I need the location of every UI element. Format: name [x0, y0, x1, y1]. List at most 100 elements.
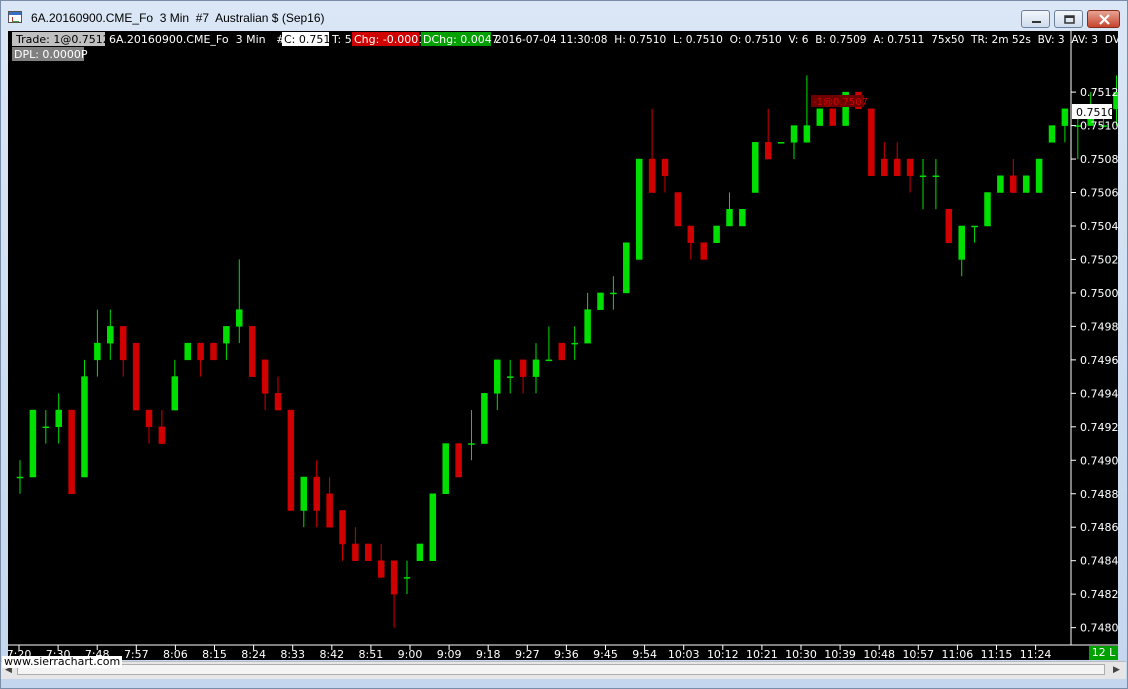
- candle: [132, 342, 140, 411]
- time-tick-label: 9:00: [398, 648, 423, 660]
- candle: [29, 409, 37, 478]
- candle: [1022, 175, 1030, 193]
- ticks-text: T: 5: [331, 33, 352, 46]
- candle: [442, 443, 449, 495]
- time-tick-label: 11:24: [1020, 648, 1052, 660]
- candle: [610, 276, 617, 310]
- candle-body: [313, 476, 320, 511]
- candle-body: [29, 409, 37, 478]
- candle: [571, 326, 578, 360]
- candle-body: [171, 376, 179, 411]
- app-icon[interactable]: [8, 11, 22, 23]
- close-button[interactable]: [1087, 10, 1120, 28]
- candle-body: [829, 108, 836, 126]
- candle: [545, 326, 553, 362]
- candle-body: [752, 142, 759, 193]
- time-tick-label: 11:06: [942, 648, 974, 660]
- candle: [919, 159, 927, 210]
- price-tick-label: 0.7484: [1080, 555, 1118, 568]
- candle: [171, 359, 179, 411]
- time-tick-label: 9:18: [476, 648, 501, 660]
- candle: [881, 142, 888, 177]
- title-bar[interactable]: 6A.20160900.CME_Fo 3 Min #7 Australian $…: [1, 1, 1127, 32]
- candle-body: [906, 158, 914, 177]
- time-tick-label: 10:57: [902, 648, 934, 660]
- candle-body: [1061, 108, 1069, 126]
- candle: [661, 158, 669, 193]
- candle: [764, 108, 772, 160]
- candle: [94, 309, 101, 377]
- candle-body: [326, 493, 333, 528]
- candle-body: [377, 560, 385, 578]
- candle-body: [532, 359, 540, 377]
- candle: [597, 292, 604, 310]
- price-tick-label: 0.7488: [1080, 488, 1118, 501]
- candle: [300, 476, 308, 528]
- candle-body: [468, 443, 475, 445]
- time-tick-label: 7:57: [124, 648, 149, 660]
- price-tick-label: 0.7492: [1080, 421, 1118, 434]
- candle-body: [919, 175, 927, 178]
- candle: [984, 192, 991, 227]
- time-tick-label: 8:42: [319, 648, 344, 660]
- candle: [506, 359, 514, 394]
- minimize-icon: [1032, 21, 1041, 23]
- scrollbar-thumb[interactable]: [17, 664, 1105, 675]
- price-ticks: 0.7512 0.7510 0.7508 0.7506 0.7504 0.7502 0.75…: [1071, 86, 1118, 635]
- candle: [829, 108, 836, 126]
- candle: [119, 326, 127, 377]
- candle-body: [777, 142, 785, 144]
- candle-body: [16, 476, 24, 479]
- candle: [210, 342, 217, 361]
- candle: [68, 409, 75, 494]
- candlestick-chart[interactable]: Trade: 1@0.7512 6A.20160900.CME_Fo 3 Min…: [8, 31, 1118, 660]
- candle: [1061, 108, 1069, 143]
- chart-area[interactable]: Trade: 1@0.7512 6A.20160900.CME_Fo 3 Min…: [8, 31, 1118, 660]
- candle-body: [868, 108, 875, 177]
- dpl-text: DPL: 0.0000P: [14, 48, 88, 61]
- candle-body: [997, 175, 1004, 193]
- time-tick-label: 8:15: [202, 648, 227, 660]
- time-tick-label: 11:15: [981, 648, 1013, 660]
- restore-button[interactable]: [1054, 10, 1083, 28]
- scroll-right-icon[interactable]: ▶: [1113, 665, 1120, 675]
- price-axis: [8, 31, 1118, 646]
- time-tick-label: 8:06: [163, 648, 188, 660]
- time-ticks: 7:20 7:30 7:48 7:57 8:06 8:15 8:24 8:33 8:42 8:51…: [8, 645, 1051, 660]
- candle-body: [1048, 125, 1056, 143]
- horizontal-scrollbar[interactable]: ◀ ▶: [1, 661, 1126, 679]
- time-tick-label: 9:09: [437, 648, 462, 660]
- order-marker-text[interactable]: -1@0.7507: [813, 97, 868, 108]
- candle-body: [274, 393, 282, 411]
- candle: [648, 108, 656, 193]
- candle: [365, 543, 372, 561]
- candle-body: [107, 326, 114, 344]
- candle-body: [339, 510, 346, 545]
- candle-body: [623, 242, 630, 294]
- price-tick-label: 0.7498: [1080, 320, 1118, 333]
- time-tick-label: 9:27: [515, 648, 540, 660]
- symbol-text: 6A.20160900.CME_Fo 3 Min #7: [109, 33, 292, 46]
- candle: [377, 543, 385, 578]
- candle: [81, 359, 88, 478]
- candle-body: [764, 142, 772, 160]
- candle: [494, 359, 501, 411]
- candle-body: [635, 158, 643, 260]
- candle-body: [674, 192, 682, 227]
- chg-text: Chg: -0.0001: [354, 33, 425, 46]
- time-tick-label: 9:54: [632, 648, 657, 660]
- price-tick-label: 0.7510: [1080, 120, 1118, 133]
- candle-body: [223, 326, 230, 344]
- candle-body: [558, 342, 566, 361]
- candle-body: [713, 225, 720, 243]
- candle-body: [816, 108, 824, 126]
- candle-body: [481, 393, 488, 444]
- candle: [726, 192, 733, 227]
- candle-body: [158, 426, 166, 444]
- candle-body: [442, 443, 449, 495]
- time-tick-label: 10:21: [746, 648, 778, 660]
- window-title: 6A.20160900.CME_Fo 3 Min #7 Australian $…: [31, 11, 325, 25]
- candle-body: [429, 493, 437, 561]
- candle: [532, 343, 540, 394]
- minimize-button[interactable]: [1021, 10, 1050, 28]
